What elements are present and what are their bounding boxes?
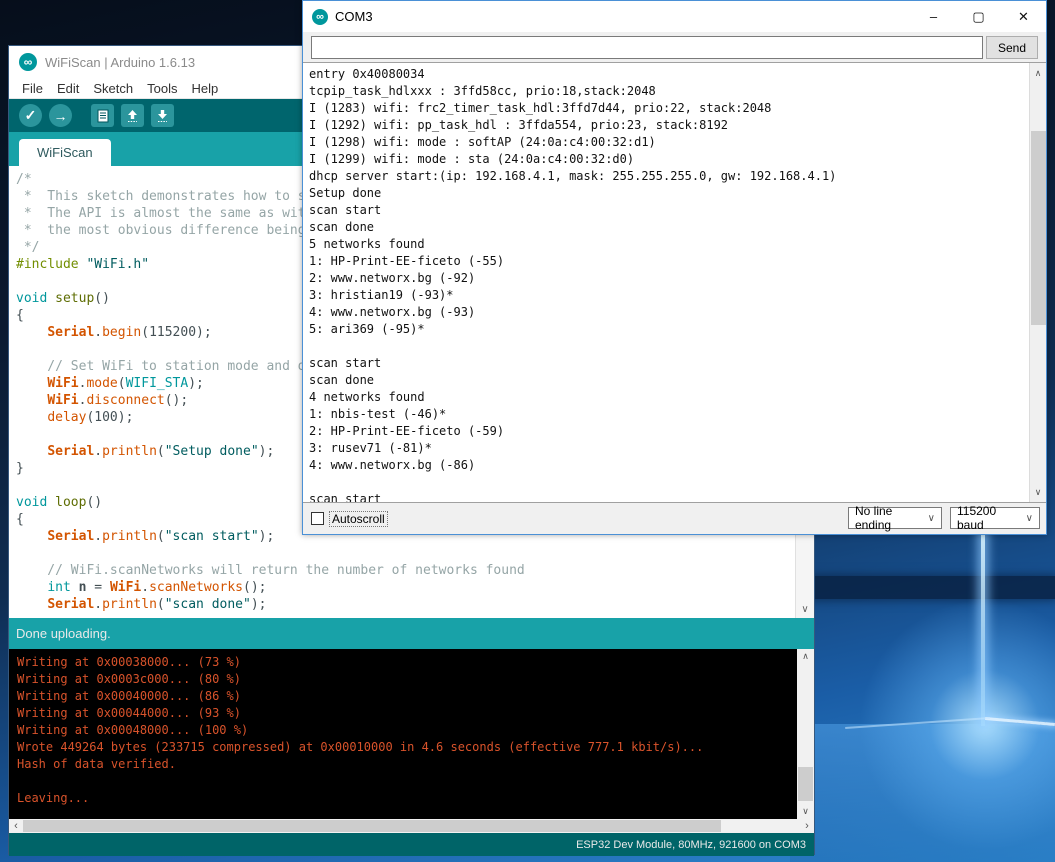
serial-vertical-scrollbar[interactable]: ∧ ∨ [1029, 63, 1046, 502]
menu-help[interactable]: Help [184, 81, 225, 96]
scroll-down-icon[interactable]: ∨ [797, 804, 814, 819]
arduino-logo-icon: ∞ [19, 53, 37, 71]
serial-output-area: entry 0x40080034tcpip_task_hdlxxx : 3ffd… [303, 62, 1046, 503]
scroll-down-icon[interactable]: ∨ [1030, 484, 1046, 500]
minimize-icon: – [930, 9, 937, 24]
tab-wifiscan[interactable]: WiFiScan [19, 139, 111, 166]
scroll-left-icon[interactable]: ‹ [9, 819, 23, 833]
serial-monitor-window: ∞ COM3 – ▢ ✕ Send entry 0x40080034tcpip_… [302, 0, 1047, 535]
save-sketch-button[interactable] [151, 104, 174, 127]
serial-output-text: entry 0x40080034tcpip_task_hdlxxx : 3ffd… [303, 63, 1029, 503]
serial-scrollbar-thumb[interactable] [1031, 131, 1046, 325]
serial-monitor-titlebar[interactable]: ∞ COM3 – ▢ ✕ [303, 1, 1046, 32]
maximize-button[interactable]: ▢ [956, 1, 1001, 32]
upload-button[interactable]: → [49, 104, 72, 127]
open-sketch-button[interactable] [121, 104, 144, 127]
serial-input-field[interactable] [311, 36, 983, 59]
up-arrow-icon [126, 109, 139, 123]
console-horizontal-scrollbar[interactable]: ‹ › [9, 819, 814, 833]
baud-rate-value: 115200 baud [957, 504, 1026, 532]
arduino-logo-icon: ∞ [312, 9, 328, 25]
ide-window-title: WiFiScan | Arduino 1.6.13 [45, 55, 195, 70]
ide-statusbar: ESP32 Dev Module, 80MHz, 921600 on COM3 [9, 833, 814, 856]
check-icon: ✓ [25, 107, 37, 124]
autoscroll-checkbox[interactable] [311, 512, 324, 525]
scroll-up-icon[interactable]: ∧ [797, 649, 814, 664]
board-status-text: ESP32 Dev Module, 80MHz, 921600 on COM3 [576, 839, 806, 851]
upload-status-text: Done uploading. [16, 626, 111, 641]
line-ending-value: No line ending [855, 504, 928, 532]
close-button[interactable]: ✕ [1001, 1, 1046, 32]
chevron-down-icon: ∨ [1026, 513, 1039, 524]
menu-edit[interactable]: Edit [50, 81, 86, 96]
scroll-down-icon[interactable]: ∨ [796, 601, 814, 618]
verify-button[interactable]: ✓ [19, 104, 42, 127]
menu-file[interactable]: File [15, 81, 50, 96]
console-text: Writing at 0x00038000... (73 %)Writing a… [9, 649, 797, 807]
right-arrow-icon: → [54, 108, 68, 124]
console-scrollbar-thumb[interactable] [798, 767, 813, 801]
horizontal-scrollbar-thumb[interactable] [23, 820, 721, 832]
serial-monitor-bottombar: Autoscroll No line ending ∨ 115200 baud … [303, 503, 1046, 534]
down-arrow-icon [156, 109, 169, 123]
line-ending-dropdown[interactable]: No line ending ∨ [848, 507, 942, 529]
scroll-up-icon[interactable]: ∧ [1030, 65, 1046, 81]
maximize-icon: ▢ [972, 9, 984, 25]
menu-tools[interactable]: Tools [140, 81, 184, 96]
wallpaper-vertical-beam [981, 528, 985, 726]
new-sketch-button[interactable] [91, 104, 114, 127]
autoscroll-label[interactable]: Autoscroll [329, 511, 388, 527]
minimize-button[interactable]: – [911, 1, 956, 32]
upload-status-bar: Done uploading. [9, 618, 814, 649]
build-console: Writing at 0x00038000... (73 %)Writing a… [9, 649, 814, 819]
serial-monitor-title: COM3 [335, 9, 373, 24]
baud-rate-dropdown[interactable]: 115200 baud ∨ [950, 507, 1040, 529]
document-icon [97, 109, 109, 123]
scroll-right-icon[interactable]: › [800, 819, 814, 833]
serial-send-row: Send [303, 32, 1046, 62]
menu-sketch[interactable]: Sketch [86, 81, 140, 96]
console-vertical-scrollbar[interactable]: ∧ ∨ [797, 649, 814, 819]
chevron-down-icon: ∨ [928, 513, 941, 524]
close-icon: ✕ [1018, 9, 1029, 25]
send-button[interactable]: Send [986, 36, 1038, 59]
